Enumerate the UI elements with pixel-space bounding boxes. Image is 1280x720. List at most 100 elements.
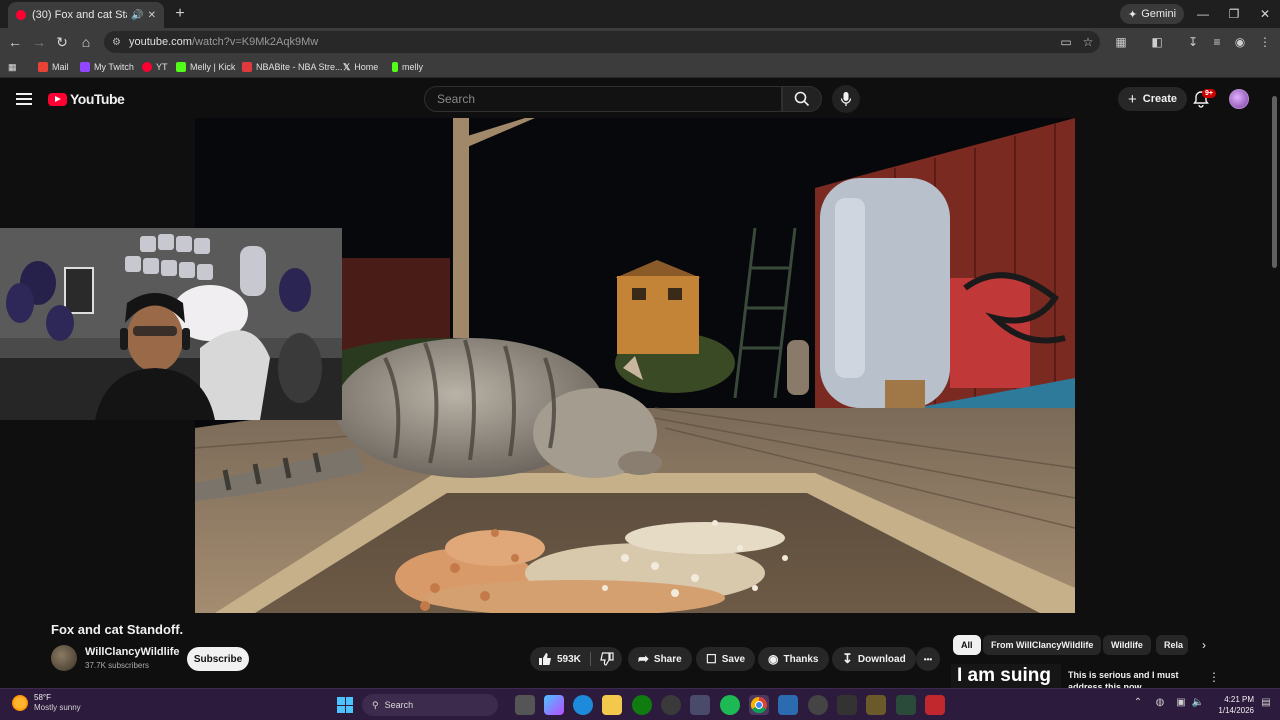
speaker-icon[interactable]: 🔊 (131, 10, 143, 21)
obs-like-icon[interactable] (866, 695, 886, 715)
weather-condition: Mostly sunny (34, 703, 81, 712)
recommended-title[interactable]: This is serious and I must address this … (1068, 669, 1198, 689)
share-button[interactable]: ➦ Share (628, 647, 692, 671)
app-arrow-icon[interactable] (837, 695, 857, 715)
download-button[interactable]: ↧ Download (832, 647, 916, 671)
close-icon[interactable]: ✕ (148, 10, 156, 21)
thumbs-up-icon (539, 653, 551, 665)
chevron-right-icon[interactable]: › (1195, 635, 1213, 655)
youtube-logo-text: YouTube (70, 91, 125, 107)
thanks-icon: ◉ (768, 652, 779, 666)
channel-avatar[interactable] (51, 645, 77, 671)
menu-dots-icon[interactable]: ⋮ (1255, 32, 1275, 52)
volume-icon[interactable]: 🔈 (1190, 697, 1206, 708)
gemini-button[interactable]: ✦ Gemini (1120, 4, 1185, 24)
download-icon[interactable]: ↧ (1183, 32, 1203, 52)
bookmark-melly[interactable]: melly (392, 60, 423, 74)
more-actions-button[interactable]: ••• (916, 647, 940, 671)
chip-from-channel[interactable]: From WillClancyWildlife (983, 635, 1102, 655)
windows-start-icon[interactable] (337, 697, 353, 713)
site-info-icon[interactable]: ⚙ (112, 37, 121, 48)
address-bar[interactable]: ⚙ youtube.com /watch?v=K9Mk2Aqk9Mw (104, 31, 1100, 53)
search-button[interactable] (782, 86, 822, 112)
hamburger-menu-icon[interactable] (16, 90, 32, 108)
back-icon[interactable]: ← (5, 32, 25, 52)
photos-icon[interactable] (778, 695, 798, 715)
app-tool-icon[interactable] (896, 695, 916, 715)
microphone-tray-icon[interactable]: ◍ (1152, 697, 1168, 708)
chip-all[interactable]: All (953, 635, 981, 655)
chrome-icon[interactable] (749, 695, 769, 715)
notification-center-icon[interactable]: ▤ (1258, 697, 1274, 708)
bookmark-label: My Twitch (94, 62, 134, 72)
notification-badge: 9+ (1202, 89, 1216, 98)
weather-widget[interactable]: 58°F Mostly sunny (12, 693, 81, 713)
browser-toolbar: ← → ↻ ⌂ ⚙ youtube.com /watch?v=K9Mk2Aqk9… (0, 28, 1280, 56)
home-icon[interactable]: ⌂ (76, 32, 96, 52)
profile-icon[interactable]: ◉ (1230, 32, 1250, 52)
save-button[interactable]: ☐ Save (696, 647, 756, 671)
thumbs-down-icon[interactable] (600, 652, 614, 666)
kick-icon (392, 62, 398, 72)
share-icon: ➦ (638, 651, 649, 666)
voice-search-button[interactable] (832, 85, 860, 113)
channel-name[interactable]: WillClancyWildlife (85, 646, 180, 658)
cast-icon[interactable]: ▭ (1056, 32, 1076, 52)
forward-icon[interactable]: → (29, 32, 49, 52)
thumbnail-text: I am suing (957, 665, 1051, 686)
url-path: /watch?v=K9Mk2Aqk9Mw (191, 36, 319, 48)
media-player-icon[interactable] (808, 695, 828, 715)
reload-icon[interactable]: ↻ (52, 32, 72, 52)
network-icon[interactable]: ▣ (1173, 697, 1189, 708)
system-clock[interactable]: 4:21 PM 1/14/2026 (1208, 694, 1254, 716)
tab-search-icon[interactable]: ◧ (1147, 32, 1167, 52)
app-red-icon[interactable] (925, 695, 945, 715)
minimize-icon[interactable]: — (1188, 4, 1218, 24)
task-view-icon[interactable] (515, 695, 535, 715)
extensions-icon[interactable]: ▦ (1111, 32, 1131, 52)
thanks-button[interactable]: ◉ Thanks (758, 647, 829, 671)
steam-icon[interactable] (661, 695, 681, 715)
recommended-thumbnail[interactable]: I am suing (951, 664, 1061, 690)
bookmark-label: Mail (52, 62, 69, 72)
create-button[interactable]: + Create (1118, 87, 1188, 111)
plus-icon: + (1128, 90, 1137, 108)
bookmark-nbabite[interactable]: NBABite - NBA Stre... (242, 60, 343, 74)
bookmark-yt[interactable]: YT (142, 60, 168, 74)
bookmarks-bar: ▦ Mail My Twitch YT Melly | Kick NBABite… (0, 56, 1280, 78)
chip-related[interactable]: Rela (1156, 635, 1188, 655)
bookmark-star-icon[interactable]: ☆ (1078, 32, 1098, 52)
browser-tab[interactable]: (30) Fox and cat Standoff. - 🔊 ✕ (8, 2, 164, 28)
apps-grid-icon[interactable]: ▦ (8, 60, 17, 74)
chrome-logo (750, 696, 767, 714)
copilot-icon[interactable] (544, 695, 564, 715)
xbox-icon[interactable] (632, 695, 652, 715)
bookmark-kick[interactable]: Melly | Kick (176, 60, 235, 74)
bookmark-home[interactable]: 𝕏 Home (343, 60, 378, 74)
more-dots-icon: ••• (923, 654, 933, 664)
kebab-menu-icon[interactable]: ⋮ (1208, 670, 1220, 684)
account-avatar[interactable] (1229, 89, 1249, 109)
microphone-icon (840, 92, 852, 106)
webcam-overlay (0, 228, 342, 420)
youtube-logo[interactable]: YouTube (48, 91, 125, 107)
edge-icon[interactable] (573, 695, 593, 715)
restore-icon[interactable]: ❐ (1219, 4, 1249, 24)
taskbar-search[interactable]: ⚲ Search (362, 694, 498, 716)
search-input[interactable] (425, 87, 781, 111)
twitch-icon (80, 62, 90, 72)
bookmark-mail[interactable]: Mail (38, 60, 69, 74)
spotify-icon[interactable] (720, 695, 740, 715)
file-explorer-icon[interactable] (602, 695, 622, 715)
tray-chevron-icon[interactable]: ⌃ (1130, 697, 1146, 708)
subscribe-button[interactable]: Subscribe (187, 647, 249, 671)
store-icon[interactable] (690, 695, 710, 715)
scrollbar-thumb[interactable] (1272, 96, 1277, 268)
chip-wildlife[interactable]: Wildlife (1103, 635, 1151, 655)
like-button[interactable]: 593K (538, 652, 581, 666)
weather-temp: 58°F (34, 693, 51, 702)
window-close-icon[interactable]: ✕ (1250, 4, 1280, 24)
bookmark-twitch[interactable]: My Twitch (80, 60, 134, 74)
reading-list-icon[interactable]: ≡ (1207, 32, 1227, 52)
new-tab-button[interactable]: + (170, 4, 190, 24)
